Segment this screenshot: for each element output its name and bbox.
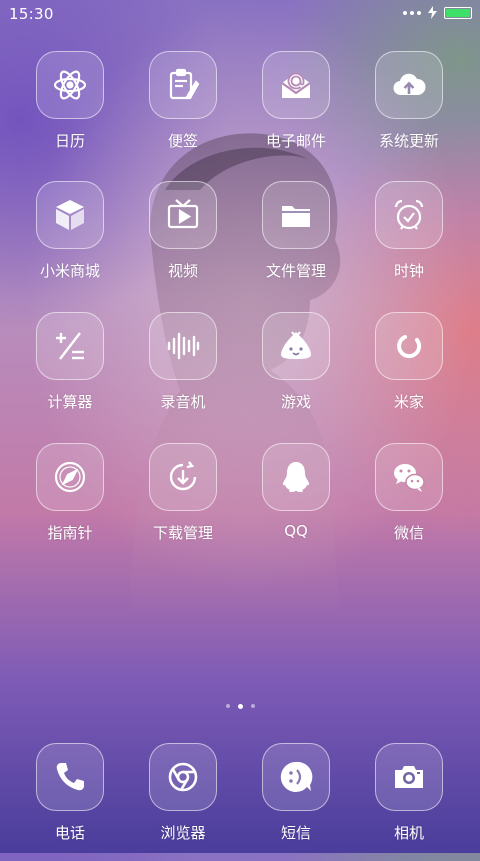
waveform-icon	[167, 332, 200, 360]
app-email[interactable]: 电子邮件	[241, 51, 351, 169]
app-clock[interactable]: 时钟	[354, 181, 464, 299]
dock-messages[interactable]: 短信	[241, 743, 351, 861]
page-indicator[interactable]	[0, 703, 480, 709]
compass-icon	[54, 461, 86, 493]
app-games[interactable]: 游戏	[241, 312, 351, 430]
app-label: 短信	[280, 824, 311, 842]
app-video[interactable]: 视频	[128, 181, 238, 299]
atom-icon	[53, 70, 87, 100]
app-wechat[interactable]: 微信	[354, 443, 464, 561]
app-label: 便签	[167, 132, 198, 150]
app-label: 相机	[393, 824, 424, 842]
app-label: 视频	[167, 262, 198, 280]
qq-penguin-icon	[282, 462, 310, 492]
alarm-clock-icon	[394, 199, 424, 230]
app-notes[interactable]: 便签	[128, 51, 238, 169]
app-calendar[interactable]: 日历	[15, 51, 125, 169]
app-file-manager[interactable]: 文件管理	[241, 181, 351, 299]
app-mi-store[interactable]: 小米商城	[15, 181, 125, 299]
app-label: 指南针	[47, 524, 93, 542]
app-calculator[interactable]: 计算器	[15, 312, 125, 430]
app-compass[interactable]: 指南针	[15, 443, 125, 561]
page-dot-active	[237, 703, 243, 709]
battery-icon	[444, 6, 472, 19]
dock-phone[interactable]: 电话	[15, 743, 125, 861]
app-label: 微信	[393, 524, 424, 542]
app-label: 时钟	[393, 262, 424, 280]
more-dots-icon	[403, 10, 421, 15]
app-recorder[interactable]: 录音机	[128, 312, 238, 430]
wechat-icon	[394, 464, 425, 492]
app-qq[interactable]: QQ	[241, 443, 351, 561]
status-time: 15:30	[9, 5, 54, 23]
app-label: 游戏	[280, 393, 311, 411]
notepad-icon	[169, 68, 200, 100]
app-label: 系统更新	[378, 132, 439, 150]
status-bar: 15:30	[0, 0, 480, 28]
dock-browser[interactable]: 浏览器	[128, 743, 238, 861]
mijia-ring-icon	[397, 335, 422, 359]
download-icon	[169, 461, 197, 491]
game-mascot-icon	[281, 331, 311, 359]
cube-icon	[56, 200, 84, 230]
app-label: 浏览器	[160, 824, 206, 842]
dock-camera[interactable]: 相机	[354, 743, 464, 861]
app-downloads[interactable]: 下载管理	[128, 443, 238, 561]
app-label: 米家	[393, 393, 424, 411]
app-label: 电话	[54, 824, 85, 842]
browser-icon	[168, 762, 198, 792]
calculator-icon	[56, 332, 84, 360]
app-mijia[interactable]: 米家	[354, 312, 464, 430]
app-system-update[interactable]: 系统更新	[354, 51, 464, 169]
app-label: QQ	[284, 522, 308, 540]
cloud-upload-icon	[393, 73, 426, 96]
charging-bolt-icon	[428, 6, 437, 19]
app-label: 计算器	[47, 393, 93, 411]
mail-icon	[281, 72, 311, 98]
app-label: 电子邮件	[265, 132, 326, 150]
app-label: 录音机	[160, 393, 206, 411]
phone-icon	[56, 763, 84, 791]
app-label: 小米商城	[39, 262, 100, 280]
tv-play-icon	[167, 199, 199, 229]
page-dot	[225, 704, 230, 708]
app-label: 文件管理	[265, 262, 326, 280]
camera-icon	[395, 766, 423, 788]
app-label: 日历	[54, 132, 85, 150]
sms-icon	[280, 761, 313, 792]
folder-icon	[282, 206, 310, 227]
app-label: 下载管理	[152, 524, 213, 542]
page-dot	[250, 704, 255, 708]
